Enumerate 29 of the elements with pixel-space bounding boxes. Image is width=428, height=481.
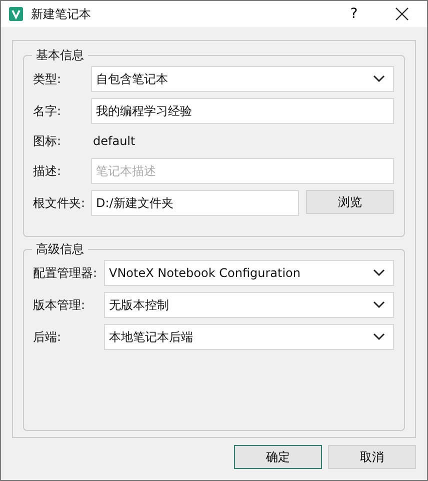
input-field[interactable]: D:/新建文件夹 (91, 190, 299, 216)
field-label: 版本管理: (33, 296, 86, 314)
input-field[interactable]: 我的编程学习经验 (91, 98, 394, 124)
chevron-down-icon (373, 75, 385, 83)
chevron-down-icon (373, 333, 385, 341)
chevron-down-icon (373, 269, 385, 277)
dropdown[interactable]: 自包含笔记本 (91, 66, 394, 92)
field-label: 图标: (33, 132, 62, 150)
dropdown[interactable]: VNoteX Notebook Configuration (104, 260, 394, 286)
input-field[interactable]: 笔记本描述 (91, 158, 394, 184)
dropdown[interactable]: 无版本控制 (104, 292, 394, 318)
icon-value: default (92, 133, 136, 150)
chevron-down-icon (373, 301, 385, 309)
help-button[interactable]: ? (331, 1, 377, 27)
field-label: 后端: (33, 328, 62, 346)
field-label: 类型: (33, 70, 62, 88)
ok-button[interactable]: 确定 (234, 445, 322, 469)
group-title: 高级信息 (32, 241, 88, 258)
close-icon (395, 7, 409, 21)
field-label: 配置管理器: (33, 264, 98, 282)
cancel-button[interactable]: 取消 (328, 445, 416, 469)
app-logo-icon (9, 7, 23, 21)
field-label: 名字: (33, 102, 62, 120)
browse-button[interactable]: 浏览 (306, 190, 394, 214)
window-title: 新建笔记本 (31, 6, 91, 22)
field-label: 根文件夹: (33, 194, 86, 212)
group-title: 基本信息 (32, 47, 88, 64)
dropdown[interactable]: 本地笔记本后端 (104, 324, 394, 350)
field-label: 描述: (33, 162, 62, 180)
